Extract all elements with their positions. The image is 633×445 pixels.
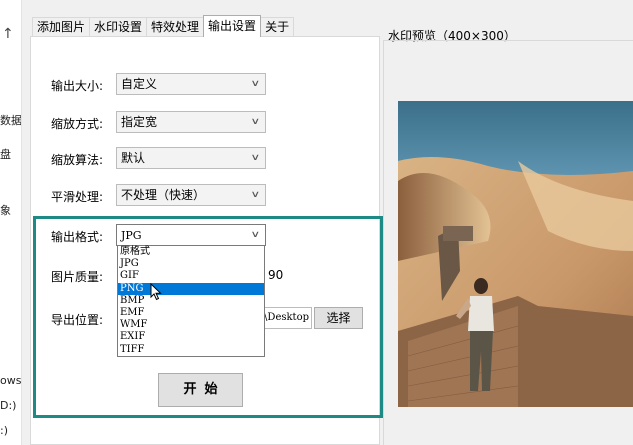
scale-mode-label: 缩放方式: (51, 117, 104, 131)
tab-effects[interactable]: 特效处理 (146, 17, 205, 37)
format-option-original[interactable]: 原格式 (118, 246, 264, 258)
format-option-png[interactable]: PNG (118, 282, 264, 295)
strip-fragment: ows (0, 374, 22, 387)
person-shirt-shape (468, 296, 494, 331)
start-button[interactable]: 开始 (158, 373, 243, 407)
format-option-gif[interactable]: GIF (118, 270, 264, 282)
tab-strip: 添加图片 水印设置 特效处理 输出设置 关于 (32, 15, 295, 37)
strip-fragment: :) (0, 424, 8, 437)
export-location-label: 导出位置: (51, 313, 104, 327)
choose-folder-button[interactable]: 选择 (314, 307, 363, 329)
chevron-down-icon: ∨ (250, 153, 261, 163)
scale-mode-value: 指定宽 (121, 115, 158, 129)
output-size-label: 输出大小: (51, 79, 104, 93)
watchtower-shape (443, 226, 473, 241)
up-arrow-icon[interactable]: ↑ (2, 26, 14, 42)
strip-fragment: 数据 (0, 114, 22, 127)
smoothing-select[interactable]: 不处理（快速） ∨ (116, 184, 266, 206)
chevron-down-icon: ∨ (250, 117, 261, 127)
tab-watermark-settings[interactable]: 水印设置 (89, 17, 148, 37)
smoothing-value: 不处理（快速） (121, 188, 206, 202)
format-option-bmp[interactable]: BMP (118, 295, 264, 307)
scale-mode-select[interactable]: 指定宽 ∨ (116, 111, 266, 133)
chevron-down-icon: ∨ (250, 230, 261, 240)
scale-algorithm-value: 默认 (121, 151, 146, 165)
mouse-cursor-icon (150, 283, 162, 301)
scale-algorithm-select[interactable]: 默认 ∨ (116, 147, 266, 169)
format-option-emf[interactable]: EMF (118, 307, 264, 319)
output-format-select[interactable]: JPG ∨ (116, 224, 266, 246)
output-format-dropdown-list: 原格式 JPG GIF PNG BMP EMF WMF EXIF TIFF (117, 245, 265, 357)
chevron-down-icon: ∨ (250, 190, 261, 200)
format-option-wmf[interactable]: WMF (118, 319, 264, 331)
format-option-exif[interactable]: EXIF (118, 331, 264, 343)
format-option-jpg[interactable]: JPG (118, 258, 264, 270)
background-window-strip: ↑ 数据 盘 象 ows D:) :) (0, 0, 22, 445)
image-quality-value: 90 (268, 268, 284, 282)
strip-fragment: 盘 (0, 148, 11, 161)
output-size-value: 自定义 (121, 77, 158, 91)
tab-add-images[interactable]: 添加图片 (32, 17, 91, 37)
export-path-input[interactable]: Desktop\ (262, 307, 312, 329)
tab-output-settings[interactable]: 输出设置 (203, 15, 262, 37)
output-size-select[interactable]: 自定义 ∨ (116, 73, 266, 95)
image-quality-label: 图片质量: (51, 270, 104, 284)
scale-algorithm-label: 缩放算法: (51, 153, 104, 167)
output-format-value: JPG (121, 229, 142, 242)
strip-fragment: D:) (0, 399, 17, 412)
smoothing-label: 平滑处理: (51, 190, 104, 204)
output-format-label: 输出格式: (51, 230, 104, 244)
tab-about[interactable]: 关于 (260, 17, 295, 37)
strip-fragment: 象 (0, 204, 11, 217)
format-option-tiff[interactable]: TIFF (118, 344, 264, 356)
chevron-down-icon: ∨ (250, 79, 261, 89)
preview-image (398, 101, 633, 407)
person-head-shape (474, 278, 488, 294)
